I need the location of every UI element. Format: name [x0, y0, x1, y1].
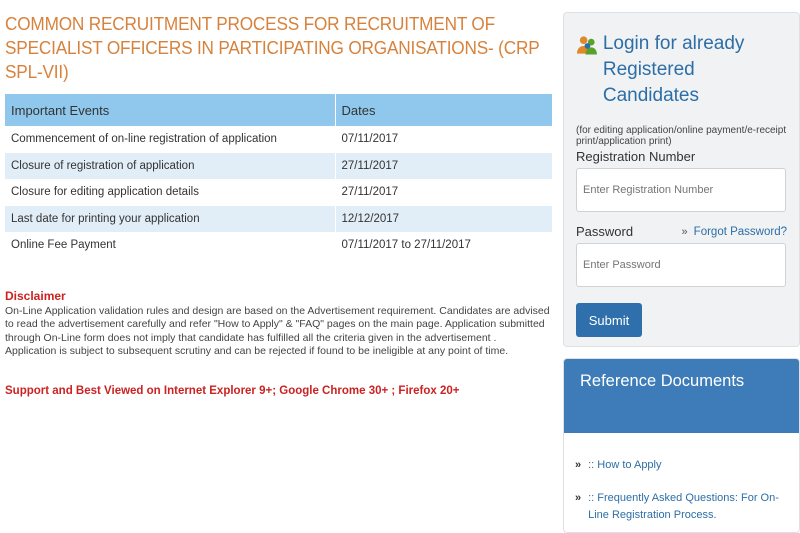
login-header: Login for already Registered Candidates	[576, 31, 787, 109]
table-row: Closure of registration of application 2…	[5, 152, 553, 179]
table-header-row: Important Events Dates	[5, 94, 553, 126]
table-row: Online Fee Payment 07/11/2017 to 27/11/2…	[5, 232, 553, 259]
registration-number-label: Registration Number	[576, 149, 696, 164]
table-row: Closure for editing application details …	[5, 179, 553, 206]
password-label: Password	[576, 224, 634, 239]
forgot-password-label: Forgot Password?	[693, 225, 787, 238]
table-row: Commencement of on-line registration of …	[5, 126, 553, 153]
reference-documents-panel: Reference Documents » :: How to Apply » …	[563, 358, 800, 533]
disclaimer-section: Disclaimer On-Line Application validatio…	[5, 289, 555, 359]
date-cell: 12/12/2017	[335, 205, 553, 232]
list-item: » :: How to Apply	[575, 457, 789, 474]
main-content: COMMON RECRUITMENT PROCESS FOR RECRUITME…	[5, 12, 555, 397]
disclaimer-title: Disclaimer	[5, 288, 66, 303]
submit-button[interactable]: Submit	[576, 303, 642, 337]
double-chevron-icon: »	[575, 459, 582, 471]
event-cell: Closure for editing application details	[5, 179, 336, 206]
login-note: (for editing application/online payment/…	[576, 125, 787, 147]
disclaimer-text: On-Line Application validation rules and…	[5, 304, 550, 358]
password-row: Password » Forgot Password?	[576, 224, 787, 239]
date-cell: 27/11/2017	[335, 152, 553, 179]
date-cell: 27/11/2017	[335, 179, 553, 206]
double-chevron-icon: »	[575, 492, 582, 504]
users-icon	[576, 36, 597, 55]
faq-link[interactable]: :: Frequently Asked Questions: For On-Li…	[588, 490, 789, 524]
date-cell: 07/11/2017	[335, 126, 553, 153]
event-cell: Closure of registration of application	[5, 152, 336, 179]
page-title: COMMON RECRUITMENT PROCESS FOR RECRUITME…	[5, 13, 540, 82]
browser-support-note: Support and Best Viewed on Internet Expl…	[5, 384, 460, 397]
event-cell: Last date for printing your application	[5, 205, 336, 232]
reference-documents-list: » :: How to Apply » :: Frequently Asked …	[564, 433, 799, 524]
double-chevron-icon: »	[681, 225, 688, 238]
reference-documents-title: Reference Documents	[564, 359, 799, 433]
date-cell: 07/11/2017 to 27/11/2017	[335, 232, 553, 259]
event-cell: Commencement of on-line registration of …	[5, 126, 336, 153]
login-title: Login for already Registered Candidates	[603, 31, 787, 109]
password-input[interactable]	[576, 243, 786, 287]
event-cell: Online Fee Payment	[5, 232, 336, 259]
forgot-password-link[interactable]: » Forgot Password?	[682, 226, 787, 238]
table-row: Last date for printing your application …	[5, 205, 553, 232]
registration-number-input[interactable]	[576, 168, 786, 212]
how-to-apply-link[interactable]: :: How to Apply	[588, 457, 661, 474]
column-header-events: Important Events	[5, 94, 336, 126]
column-header-dates: Dates	[335, 94, 553, 126]
login-panel: Login for already Registered Candidates …	[563, 12, 800, 347]
login-title-line1: Login for already	[602, 33, 745, 54]
login-title-line2: Registered Candidates	[602, 59, 699, 106]
important-events-table: Important Events Dates Commencement of o…	[5, 94, 553, 259]
list-item: » :: Frequently Asked Questions: For On-…	[575, 490, 789, 524]
